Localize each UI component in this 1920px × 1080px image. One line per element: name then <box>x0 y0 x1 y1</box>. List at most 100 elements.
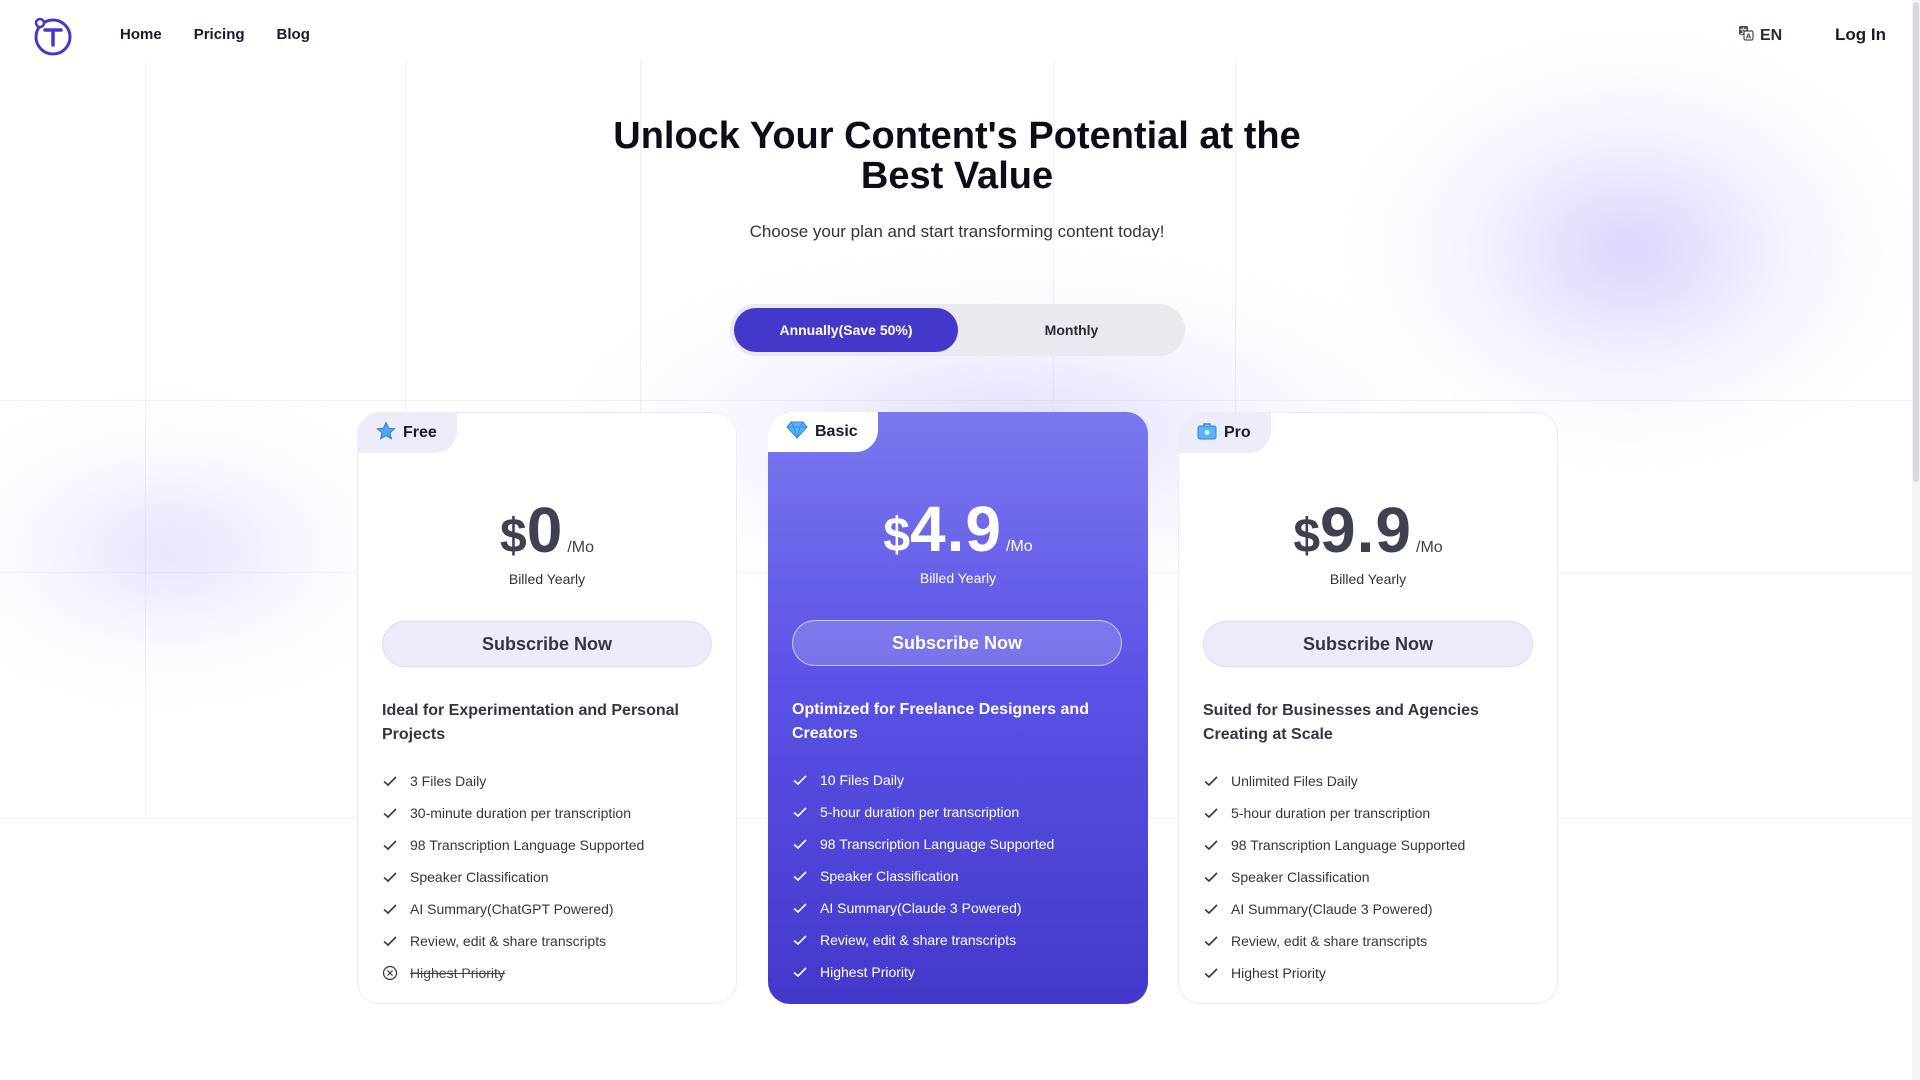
list-item: Unlimited Files Daily <box>1203 765 1543 797</box>
feature-text: 5-hour duration per transcription <box>1231 805 1431 821</box>
plan-name: Free <box>403 424 437 441</box>
page-scrollbar[interactable] <box>1912 0 1920 1080</box>
feature-text: 30-minute duration per transcription <box>410 805 632 821</box>
feature-text: 98 Transcription Language Supported <box>820 836 1055 852</box>
billing-note: Billed Yearly <box>1329 571 1407 587</box>
list-item: 10 Files Daily <box>792 764 1132 796</box>
language-label: EN <box>1760 26 1783 44</box>
list-item: 30-minute duration per transcription <box>382 797 722 829</box>
check-icon <box>1204 840 1218 851</box>
translate-icon: 文 A <box>1738 25 1754 46</box>
feature-text: Unlimited Files Daily <box>1231 773 1358 789</box>
feature-text: Speaker Classification <box>820 868 959 884</box>
list-item: Highest Priority <box>382 957 722 989</box>
feature-text: AI Summary(Claude 3 Powered) <box>1231 901 1433 917</box>
feature-list: 10 Files Daily 5-hour duration per trans… <box>792 764 1132 988</box>
list-item: AI Summary(Claude 3 Powered) <box>792 892 1132 924</box>
check-icon <box>383 872 397 883</box>
check-icon <box>793 807 807 818</box>
plan-tag: Basic <box>768 412 878 452</box>
diamond-icon <box>786 420 808 445</box>
check-icon <box>1204 904 1218 915</box>
list-item: 3 Files Daily <box>382 765 722 797</box>
price-currency: $ <box>500 510 527 563</box>
feature-text: Highest Priority <box>1231 965 1326 981</box>
feature-text: Highest Priority <box>410 965 505 981</box>
page-subtitle: Choose your plan and start transforming … <box>749 222 1165 241</box>
check-icon <box>383 936 397 947</box>
list-item: Speaker Classification <box>792 860 1132 892</box>
billing-toggle: Annually(Save 50%) Monthly <box>730 304 1185 356</box>
feature-text: 5-hour duration per transcription <box>820 804 1020 820</box>
check-icon <box>793 775 807 786</box>
list-item: Highest Priority <box>792 956 1132 988</box>
nav-link-pricing[interactable]: Pricing <box>194 26 245 43</box>
feature-list: Unlimited Files Daily 5-hour duration pe… <box>1203 765 1543 989</box>
top-nav: Home Pricing Blog 文 A EN Log In <box>0 0 1920 72</box>
scrollbar-thumb[interactable] <box>1913 2 1919 482</box>
check-icon <box>793 871 807 882</box>
plan-description: Suited for Businesses and Agencies Creat… <box>1203 702 1479 743</box>
feature-text: Review, edit & share transcripts <box>410 933 607 949</box>
subscribe-button-basic[interactable]: Subscribe Now <box>792 620 1122 666</box>
list-item: Review, edit & share transcripts <box>792 924 1132 956</box>
nav-link-home[interactable]: Home <box>120 26 162 43</box>
price-amount: 4.9 <box>910 493 1002 565</box>
check-icon <box>793 935 807 946</box>
t-logo-icon[interactable] <box>32 16 72 56</box>
list-item: Speaker Classification <box>1203 861 1543 893</box>
check-icon <box>1204 776 1218 787</box>
check-icon <box>1204 808 1218 819</box>
plan-name: Basic <box>815 423 858 440</box>
billing-note: Billed Yearly <box>919 570 997 586</box>
check-icon <box>1204 936 1218 947</box>
list-item: AI Summary(ChatGPT Powered) <box>382 893 722 925</box>
feature-text: 10 Files Daily <box>820 772 905 788</box>
plan-price: $9.9/Mo <box>1179 493 1557 567</box>
feature-text: Review, edit & share transcripts <box>1231 933 1428 949</box>
price-period: /Mo <box>1006 538 1033 555</box>
feature-text: AI Summary(ChatGPT Powered) <box>410 901 614 917</box>
price-currency: $ <box>883 509 911 562</box>
plan-name: Pro <box>1224 424 1251 441</box>
feature-text: Speaker Classification <box>410 869 549 885</box>
page-title: Unlock Your Content's Potential at the B… <box>613 115 1301 197</box>
feature-text: Highest Priority <box>820 964 915 980</box>
unavailable-icon <box>382 965 398 981</box>
price-currency: $ <box>1293 510 1321 563</box>
price-amount: 0 <box>526 494 564 566</box>
main-nav: Home Pricing Blog <box>120 26 310 43</box>
plan-tag: Free <box>358 413 457 453</box>
check-icon <box>383 808 397 819</box>
billing-note: Billed Yearly <box>508 571 586 587</box>
list-item: AI Summary(Claude 3 Powered) <box>1203 893 1543 925</box>
check-icon <box>1204 872 1218 883</box>
feature-text: Review, edit & share transcripts <box>820 932 1017 948</box>
hero: Unlock Your Content's Potential at the B… <box>0 116 1914 242</box>
list-item: 98 Transcription Language Supported <box>382 829 722 861</box>
plan-price: $4.9/Mo <box>768 492 1148 566</box>
check-icon <box>793 903 807 914</box>
feature-list: 3 Files Daily 30-minute duration per tra… <box>382 765 722 989</box>
star-icon <box>376 420 396 446</box>
list-item: Review, edit & share transcripts <box>382 925 722 957</box>
subscribe-button-pro[interactable]: Subscribe Now <box>1203 621 1533 667</box>
plan-card-basic: Basic $4.9/Mo Billed Yearly Subscribe No… <box>768 412 1148 1004</box>
login-link[interactable]: Log In <box>1835 25 1886 45</box>
feature-text: 3 Files Daily <box>410 773 487 789</box>
price-period: /Mo <box>1416 539 1443 556</box>
feature-text: Speaker Classification <box>1231 869 1370 885</box>
list-item: 98 Transcription Language Supported <box>1203 829 1543 861</box>
feature-text: 98 Transcription Language Supported <box>1231 837 1466 853</box>
feature-text: AI Summary(Claude 3 Powered) <box>820 900 1022 916</box>
plan-card-pro: Pro $9.9/Mo Billed Yearly Subscribe Now … <box>1178 412 1558 1004</box>
subscribe-button-free[interactable]: Subscribe Now <box>382 621 712 667</box>
plan-description: Optimized for Freelance Designers and Cr… <box>792 701 1089 742</box>
billing-option-monthly[interactable]: Monthly <box>962 308 1181 352</box>
billing-option-annually[interactable]: Annually(Save 50%) <box>734 308 958 352</box>
nav-link-blog[interactable]: Blog <box>277 26 310 43</box>
list-item: Speaker Classification <box>382 861 722 893</box>
language-selector[interactable]: 文 A EN <box>1738 25 1782 46</box>
plan-tag: Pro <box>1179 413 1271 453</box>
list-item: Highest Priority <box>1203 957 1543 989</box>
